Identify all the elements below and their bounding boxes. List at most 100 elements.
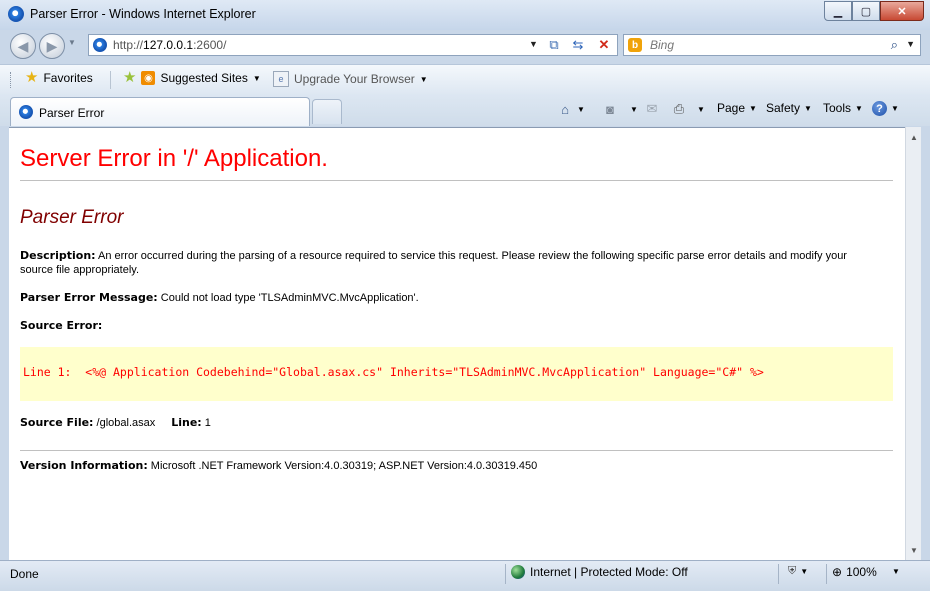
security-zone-label: Internet | Protected Mode: Off [530,565,688,579]
zoom-icon: ⊕ [832,565,843,579]
zoom-button[interactable]: ⊕ 100% [832,565,877,579]
maximize-icon: ▢ [860,5,872,18]
chevron-down-icon: ▼ [577,104,585,114]
security-settings-button[interactable]: ⛨ ▼ [788,565,808,578]
source-file-paragraph: Source File: /global.asax Line: 1 [20,416,880,430]
scroll-down-icon[interactable]: ▼ [906,542,922,558]
recent-pages-dropdown[interactable]: ▼ [68,38,76,47]
help-icon: ? [872,101,887,116]
home-icon: ⌂ [561,101,569,117]
url-host: 127.0.0.1 [143,38,194,52]
print-button[interactable]: ⎙ ▼ [671,101,705,117]
error-type-heading: Parser Error [20,207,124,228]
window-title: Parser Error - Windows Internet Explorer [30,7,256,21]
chevron-down-icon: ▼ [749,103,757,113]
minimize-icon: ▁ [833,5,843,18]
forward-button[interactable]: ▶ [39,33,65,59]
window-frame [921,127,930,560]
stop-icon: ✕ [598,37,610,52]
close-icon: ✕ [897,5,907,18]
feeds-button[interactable]: ◙ ▼ [602,101,638,117]
error-message-text: Could not load type 'TLSAdminMVC.MvcAppl… [157,292,419,304]
compatibility-view-button[interactable]: ⧉ [544,37,564,53]
window-controls: ▁ ▢ ✕ [824,1,924,21]
tab-label: Parser Error [39,106,105,120]
minimize-button[interactable]: ▁ [824,1,852,21]
page-content: Server Error in '/' Application. Parser … [9,127,905,561]
search-box[interactable]: b Bing ⌕ ▼ [623,34,921,56]
search-options-dropdown[interactable]: ▼ [906,39,915,49]
star-icon: ★ [25,69,39,86]
globe-icon [511,565,525,579]
mail-icon: ✉ [646,101,658,116]
suggested-sites-button[interactable]: ★ ◉ Suggested Sites ▼ [123,70,261,85]
favorites-button[interactable]: ★ Favorites [25,69,93,86]
address-dropdown[interactable]: ▼ [529,39,538,49]
close-button[interactable]: ✕ [880,1,924,21]
tab-bar: Parser Error ⌂ ▼ ◙ ▼ ✉ ⎙ ▼ Page ▼ Safety… [0,94,930,126]
divider [20,450,893,451]
shield-icon: ⛨ [788,565,797,577]
help-button[interactable]: ? ▼ [872,101,899,116]
error-message-paragraph: Parser Error Message: Could not load typ… [20,291,880,305]
page-icon [93,38,107,52]
home-button[interactable]: ⌂ ▼ [557,101,585,117]
url-scheme: http:// [113,38,144,52]
version-text: Microsoft .NET Framework Version:4.0.303… [147,460,538,472]
chevron-down-icon: ▼ [855,103,863,113]
line-value: 1 [201,417,211,429]
back-button[interactable]: ◀ [10,33,36,59]
refresh-icon: ⇆ [572,37,584,52]
description-paragraph: Description: An error occurred during th… [20,249,880,277]
navigation-bar: ◀ ▶ ▼ http://127.0.0.1:2600/ ▼ ⧉ ⇆ ✕ b B… [0,30,930,62]
source-code-block: Line 1: <%@ Application Codebehind="Glob… [20,347,893,401]
add-favorite-icon[interactable]: ★ [123,70,136,85]
page-title: Server Error in '/' Application. [20,145,328,172]
source-file-label: Source File: [20,416,94,429]
search-input[interactable]: Bing [650,38,674,52]
address-bar[interactable]: http://127.0.0.1:2600/ ▼ ⧉ ⇆ ✕ [88,34,618,56]
version-paragraph: Version Information: Microsoft .NET Fram… [20,459,880,473]
divider [20,180,893,181]
search-icon[interactable]: ⌕ [891,37,898,53]
printer-icon: ⎙ [673,101,685,116]
favorites-bar: ★ Favorites ★ ◉ Suggested Sites ▼ e Upgr… [0,64,930,95]
chevron-down-icon: ▼ [891,104,899,113]
source-error-heading: Source Error: [20,319,880,333]
address-url[interactable]: http://127.0.0.1:2600/ [113,38,226,52]
chevron-down-icon: ▼ [697,104,705,114]
line-label: Line: [171,416,202,429]
source-file-value: /global.asax [93,417,156,429]
scroll-up-icon[interactable]: ▲ [906,129,922,145]
page-menu[interactable]: Page ▼ [717,101,757,115]
chevron-down-icon: ▼ [252,73,261,83]
read-mail-button[interactable]: ✉ [644,101,660,117]
vertical-scrollbar[interactable]: ▲ ▼ [905,127,922,560]
tab-parser-error[interactable]: Parser Error [10,97,310,126]
source-code-line: Line 1: <%@ Application Codebehind="Glob… [23,365,764,379]
version-label: Version Information: [20,459,148,472]
chevron-down-icon: ▼ [804,103,812,113]
bing-icon: b [628,38,642,52]
new-tab-button[interactable] [312,99,342,124]
safety-menu[interactable]: Safety ▼ [766,101,812,115]
url-path: :2600/ [193,38,227,52]
upgrade-browser-button[interactable]: e Upgrade Your Browser ▼ [273,71,428,87]
tools-menu[interactable]: Tools ▼ [823,101,863,115]
toolbar-grip [10,72,13,88]
safety-menu-label: Safety [766,101,801,115]
source-error-label: Source Error: [20,319,103,332]
zoom-dropdown[interactable]: ▼ [892,567,900,576]
chevron-down-icon: ▼ [419,74,428,84]
forward-arrow-icon: ▶ [46,37,58,54]
back-arrow-icon: ◀ [17,37,29,54]
description-label: Description: [20,249,96,262]
maximize-button[interactable]: ▢ [852,1,880,21]
stop-button[interactable]: ✕ [594,37,614,53]
security-zone[interactable]: Internet | Protected Mode: Off [511,565,688,579]
web-slice-icon: e [273,71,289,87]
upgrade-browser-label: Upgrade Your Browser [294,72,415,86]
suggested-sites-label: Suggested Sites [160,71,248,85]
error-message-label: Parser Error Message: [20,291,158,304]
refresh-button[interactable]: ⇆ [568,37,588,53]
